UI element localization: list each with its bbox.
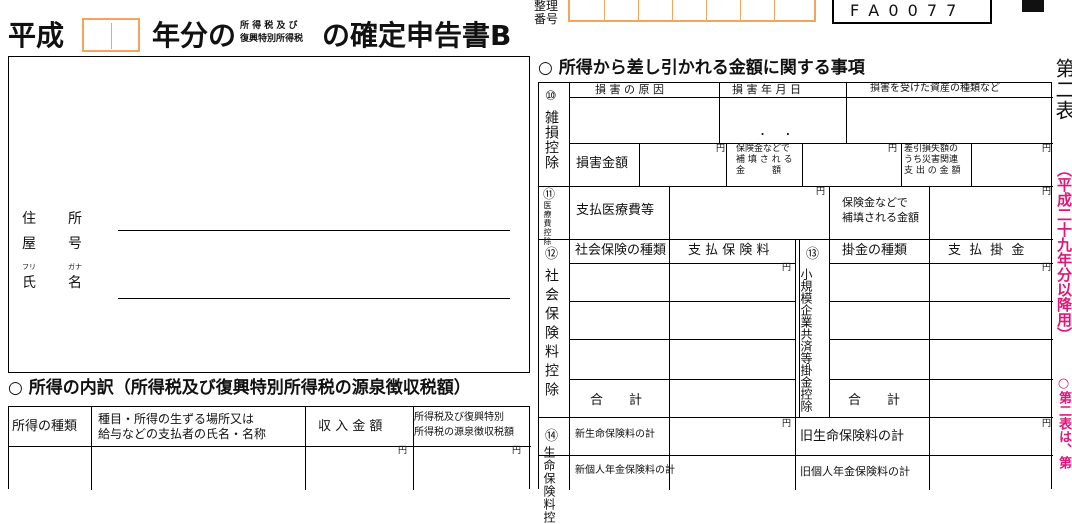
social-kind-label: 社会保険の種類 [575, 243, 667, 258]
yen-mark: 円 [398, 446, 408, 456]
yen-mark: 円 [1042, 187, 1052, 197]
label-10: 雑損控除 [543, 110, 559, 170]
col-tax-2: 所得税の源泉徴収税額 [414, 427, 514, 438]
era-label: 平成 [8, 19, 65, 52]
social-paid-label: 支 払 保 険 料 [688, 243, 770, 258]
name-label-1: 氏 [22, 275, 36, 291]
num-11: ⑪ [543, 187, 556, 201]
yen-mark: 円 [1042, 144, 1052, 154]
num-14: ⑭ [545, 429, 559, 444]
side-note: （平成二十九年分以降用） [1055, 162, 1072, 342]
col-tax-1: 所得税及び復興特別 [414, 412, 504, 423]
date-dots[interactable]: . . [760, 122, 791, 138]
diff-label-2: うち災害関連 [904, 155, 959, 165]
loss-amount-label: 損害金額 [576, 156, 629, 171]
diff-label-1: 差引損失額の [904, 144, 959, 154]
col-place-1: 種目・所得の生ずる場所又は [98, 412, 255, 426]
yen-mark: 円 [782, 419, 792, 429]
ins-label-3: 金 額 [736, 166, 782, 176]
med-ins-label-1: 保険金などで [842, 196, 908, 209]
yen-mark: 円 [888, 144, 898, 154]
label-14: 生命保険料控 [542, 446, 556, 524]
num-13: ⑬ [806, 247, 820, 262]
name-line[interactable] [118, 298, 510, 299]
form-code: F A 0 0 7 7 [850, 1, 959, 20]
yago-label-2: 号 [68, 236, 82, 252]
address-block [8, 56, 530, 373]
h-cause: 損 害 の 原 因 [595, 83, 664, 96]
yen-mark: 円 [782, 263, 792, 273]
kake-paid-label: 支 払 掛 金 [948, 243, 1027, 258]
deduction-section-title: ○ 所得から差し引かれる金額に関する事項 [538, 58, 865, 78]
num-10: ⑩ [545, 89, 557, 104]
year-input[interactable] [82, 18, 140, 52]
addr-label-2: 所 [68, 211, 82, 227]
seiri-number-boxes[interactable] [568, 0, 816, 22]
address-line[interactable] [118, 230, 510, 231]
ins-label-1: 保険金などで [736, 144, 790, 154]
seiri-label-1: 整理 [534, 0, 559, 13]
income-section-title: ○ 所得の内訳（所得税及び復興特別所得税の源泉徴収税額） [8, 378, 471, 398]
old-life-label: 旧生命保険料の計 [800, 429, 905, 444]
h-asset: 損害を受けた資産の種類など [870, 83, 1000, 94]
title-small-1: 所 得 税 及 び [240, 21, 298, 31]
yen-mark: 円 [816, 187, 826, 197]
year-suffix: 年分の [152, 19, 237, 52]
deduction-table [538, 82, 1053, 490]
med-paid-label: 支払医療費等 [576, 203, 655, 218]
num-12: ⑫ [545, 247, 559, 262]
med-ins-label-2: 補填される金額 [842, 211, 919, 224]
new-pension-label: 新個人年金保険料の計 [575, 465, 675, 476]
col-place-2: 給与などの支払者の氏名・名称 [98, 427, 267, 441]
corner-marker [1022, 0, 1044, 12]
yen-mark: 円 [1042, 419, 1052, 429]
label-13: 小規模企業共済等掛金控除 [799, 268, 813, 412]
label-12: 社会保険料控除 [543, 268, 559, 401]
old-pension-label: 旧個人年金保険料の計 [800, 465, 910, 478]
yen-mark: 円 [1042, 263, 1052, 273]
gana-label: ガナ [68, 263, 82, 271]
side-note-2: ○第二表は、第 [1056, 376, 1071, 469]
diff-label-3: 支 出 の 金 額 [904, 166, 961, 176]
yen-mark: 円 [716, 144, 726, 154]
seiri-label-2: 番号 [534, 12, 559, 26]
label-11: 医療費控除 [543, 201, 552, 246]
social-total-label: 合 計 [590, 393, 643, 408]
title-small-2: 復興特別所得税 [240, 34, 304, 44]
kake-total-label: 合 計 [848, 393, 901, 408]
name-label-2: 名 [68, 275, 82, 291]
page-title: の確定申告書B [322, 19, 512, 52]
new-life-label: 新生命保険料の計 [575, 429, 655, 440]
kake-kind-label: 掛金の種類 [842, 243, 908, 258]
col-kind: 所得の種類 [12, 419, 78, 434]
yen-mark: 円 [512, 446, 522, 456]
yago-label-1: 屋 [22, 236, 36, 252]
ins-label-2: 補 填 さ れ る [736, 155, 793, 165]
furi-label: フリ [22, 263, 36, 271]
h-date: 損 害 年 月 日 [732, 83, 801, 96]
side-table-label: 第二表 [1052, 58, 1072, 121]
addr-label-1: 住 [22, 211, 36, 227]
col-amount: 収 入 金 額 [318, 419, 383, 434]
